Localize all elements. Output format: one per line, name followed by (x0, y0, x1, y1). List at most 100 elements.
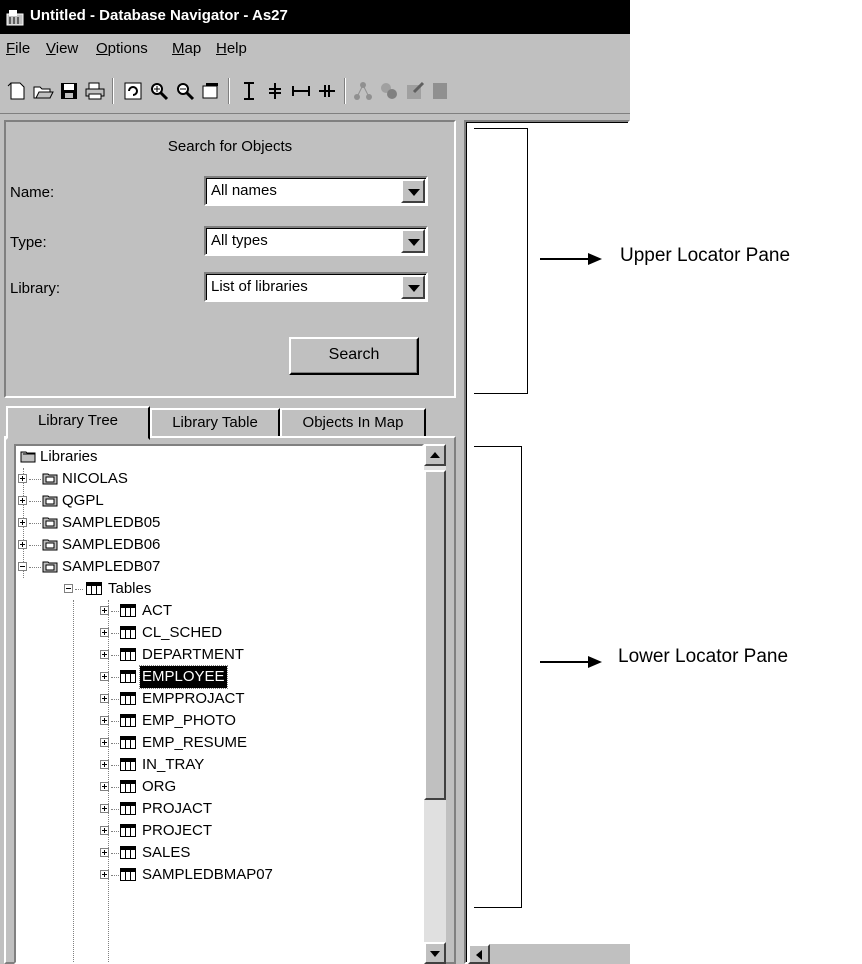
print-icon[interactable] (84, 80, 106, 102)
width-icon[interactable] (290, 80, 312, 102)
scroll-down-button[interactable] (424, 942, 446, 964)
scroll-left-button[interactable] (468, 944, 490, 964)
tree-label: QGPL (62, 492, 104, 509)
lower-pane-bracket (474, 446, 522, 908)
scroll-thumb[interactable] (424, 470, 446, 800)
name-dropdown[interactable]: All names (204, 176, 428, 206)
zoom-out-icon[interactable] (174, 80, 196, 102)
collapse-icon[interactable] (64, 584, 73, 593)
library-dropdown[interactable]: List of libraries (204, 272, 428, 302)
table-icon (120, 780, 136, 793)
lower-locator-pane-annotation: Lower Locator Pane (618, 646, 789, 667)
library-icon (42, 517, 58, 529)
application-window: Untitled - Database Navigator - As27 Fil… (0, 0, 630, 964)
expand-icon[interactable] (100, 650, 109, 659)
zoom-in-icon[interactable] (148, 80, 170, 102)
tree-connector (75, 589, 83, 590)
expand-icon[interactable] (100, 826, 109, 835)
expand-icon[interactable] (100, 606, 109, 615)
arrow-right-icon (588, 253, 602, 265)
tree-label: EMP_PHOTO (142, 712, 236, 729)
menu-help[interactable]: Help (216, 40, 247, 57)
toolbar-separator (228, 78, 230, 104)
menu-options[interactable]: Options (96, 40, 148, 57)
edit-icon[interactable] (404, 80, 426, 102)
expand-icon[interactable] (18, 496, 27, 505)
upper-pane-arrow-line (540, 258, 590, 260)
library-tree[interactable]: Libraries NICOLAS QGPL SAMPLEDB05 SAMPLE… (14, 444, 424, 964)
vertical-splitter[interactable] (456, 114, 464, 964)
tree-connector (111, 633, 119, 634)
expand-icon[interactable] (18, 518, 27, 527)
expand-icon[interactable] (100, 628, 109, 637)
expand-icon[interactable] (100, 760, 109, 769)
tree-connector (111, 787, 119, 788)
tree-label: Tables (108, 580, 152, 597)
tree-label: SAMPLEDB07 (62, 558, 161, 575)
name-label: Name: (10, 184, 55, 201)
collapse-icon[interactable] (18, 562, 27, 571)
menu-map[interactable]: Map (172, 40, 201, 57)
tree-label: EMPPROJACT (142, 690, 245, 707)
chevron-down-icon[interactable] (401, 179, 425, 203)
tree-label: SAMPLEDBMAP07 (142, 866, 273, 883)
map-horizontal-scrollbar[interactable] (468, 944, 630, 964)
table-icon (120, 824, 136, 837)
tree-label: CL_SCHED (142, 624, 223, 641)
arrow-down-icon (430, 951, 440, 957)
expand-icon[interactable] (18, 540, 27, 549)
tab-library-tree[interactable]: Library Tree (6, 406, 150, 440)
window-title: Untitled - Database Navigator - As27 (30, 7, 288, 24)
tree-label: SALES (142, 844, 191, 861)
chevron-down-icon[interactable] (401, 275, 425, 299)
menu-view[interactable]: View (46, 40, 78, 57)
search-button[interactable]: Search (289, 337, 419, 375)
expand-icon[interactable] (100, 694, 109, 703)
tree-label: EMP_RESUME (142, 734, 248, 751)
relationship-icon[interactable] (352, 80, 374, 102)
tree-connector (111, 743, 119, 744)
properties-icon[interactable] (430, 80, 452, 102)
center-horizontal-icon[interactable] (316, 80, 338, 102)
folder-icon (20, 451, 36, 463)
table-icon (120, 714, 136, 727)
expand-icon[interactable] (100, 716, 109, 725)
open-icon[interactable] (32, 80, 54, 102)
tables-icon (86, 582, 102, 595)
tree-vertical-scrollbar[interactable] (424, 444, 446, 964)
center-vertical-icon[interactable] (264, 80, 286, 102)
scroll-up-button[interactable] (424, 444, 446, 466)
expand-icon[interactable] (18, 474, 27, 483)
arrow-up-icon (430, 452, 440, 458)
new-icon[interactable] (6, 80, 28, 102)
refresh-icon[interactable] (122, 80, 144, 102)
tree-connector (111, 677, 119, 678)
type-label: Type: (10, 234, 47, 251)
expand-icon[interactable] (100, 870, 109, 879)
expand-icon[interactable] (100, 672, 109, 681)
objects-icon[interactable] (378, 80, 400, 102)
library-label: Library: (10, 280, 61, 297)
toolbar (0, 70, 630, 114)
expand-icon[interactable] (100, 848, 109, 857)
locator-tabs: Library Tree Library Table Objects In Ma… (4, 404, 456, 440)
table-icon (120, 758, 136, 771)
chevron-down-icon[interactable] (401, 229, 425, 253)
arrow-left-icon (476, 950, 482, 960)
save-icon[interactable] (58, 80, 80, 102)
window-icon[interactable] (200, 80, 222, 102)
height-icon[interactable] (238, 80, 260, 102)
expand-icon[interactable] (100, 738, 109, 747)
expand-icon[interactable] (100, 782, 109, 791)
table-icon (120, 604, 136, 617)
menu-file[interactable]: File (6, 40, 30, 57)
table-icon (120, 802, 136, 815)
type-dropdown[interactable]: All types (204, 226, 428, 256)
expand-icon[interactable] (100, 804, 109, 813)
table-icon (120, 670, 136, 683)
tree-label-selected: EMPLOYEE (139, 665, 228, 689)
table-icon (120, 868, 136, 881)
name-dropdown-value: All names (211, 182, 277, 199)
search-panel-title: Search for Objects (167, 138, 293, 155)
tree-connector (29, 567, 41, 568)
